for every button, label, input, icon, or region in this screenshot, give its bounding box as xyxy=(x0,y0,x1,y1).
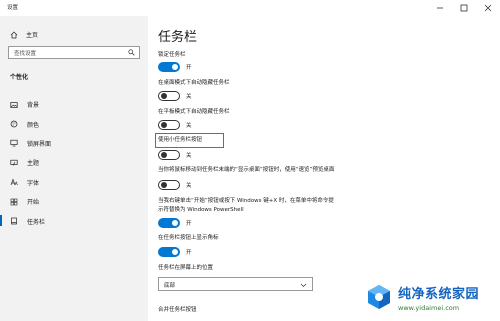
peek-toggle[interactable] xyxy=(158,180,180,190)
sidebar-item-themes[interactable]: 主题 xyxy=(0,153,148,172)
taskbar-icon xyxy=(11,217,17,225)
setting-label: 当我右键单击“开始”按钮或按下 Windows 键+X 时，在菜单中将命令提 xyxy=(158,198,334,204)
nav-list: 背景 颜色 锁屏界面 主题 字体 开始 任务栏 xyxy=(0,95,148,231)
close-button[interactable] xyxy=(476,0,500,16)
window-controls xyxy=(428,0,500,16)
sidebar-item-taskbar[interactable]: 任务栏 xyxy=(0,211,148,230)
toggle-state: 开 xyxy=(186,221,192,227)
window-title: 设置 xyxy=(7,5,19,11)
toggle-knob xyxy=(161,152,167,158)
sidebar-item-label: 颜色 xyxy=(27,121,40,129)
sidebar-item-lockscreen[interactable]: 锁屏界面 xyxy=(0,134,148,153)
minimize-icon xyxy=(437,7,443,9)
toggle-state: 开 xyxy=(186,65,192,71)
toggle-row: 开 xyxy=(158,218,192,228)
home-icon xyxy=(10,31,18,38)
toggle-state: 关 xyxy=(186,153,192,159)
toggle-row: 关 xyxy=(158,120,192,130)
setting-label: 示符替换为 Windows PowerShell xyxy=(158,207,244,213)
watermark-url: www.yidaimei.com xyxy=(398,303,460,312)
lock-taskbar-toggle[interactable] xyxy=(158,62,180,72)
monitor-icon xyxy=(10,140,18,147)
minimize-button[interactable] xyxy=(428,0,452,16)
powershell-toggle[interactable] xyxy=(158,218,180,228)
toggle-state: 开 xyxy=(186,250,192,256)
home-label: 主页 xyxy=(26,32,39,39)
section-title: 个性化 xyxy=(10,74,29,81)
setting-label: 在平板模式下自动隐藏任务栏 xyxy=(158,109,230,115)
maximize-button[interactable] xyxy=(452,0,476,16)
combine-label: 合并任务栏按钮 xyxy=(158,307,197,313)
badges-toggle[interactable] xyxy=(158,247,180,257)
toggle-state: 关 xyxy=(186,183,192,189)
palette-icon xyxy=(10,120,18,128)
setting-label: 在桌面模式下自动隐藏任务栏 xyxy=(158,80,230,86)
toggle-row: 关 xyxy=(158,91,192,101)
sidebar-item-label: 背景 xyxy=(27,102,40,110)
toggle-knob xyxy=(161,122,167,128)
autohide-desktop-toggle[interactable] xyxy=(158,91,180,101)
sidebar-item-label: 字体 xyxy=(27,179,40,187)
maximize-icon xyxy=(460,4,468,12)
toggle-row: 开 xyxy=(158,247,192,257)
sidebar-home[interactable]: 主页 xyxy=(10,30,38,39)
toggle-row: 关 xyxy=(158,180,192,190)
setting-label: 在任务栏按钮上显示角标 xyxy=(158,235,219,241)
page-title: 任务栏 xyxy=(158,30,198,45)
toggle-knob xyxy=(172,64,178,70)
sidebar: 主页 查找设置 个性化 背景 颜色 锁屏界面 主题 字体 开始 任务栏 xyxy=(0,16,148,321)
setting-label: 使用小任务栏按钮 xyxy=(158,137,203,143)
toggle-knob xyxy=(172,220,178,226)
search-input[interactable]: 查找设置 xyxy=(8,46,140,59)
toggle-state: 关 xyxy=(186,123,192,129)
toggle-state: 关 xyxy=(186,94,192,100)
toggle-row: 开 xyxy=(158,62,192,72)
sidebar-item-colors[interactable]: 颜色 xyxy=(0,114,148,133)
sidebar-item-label: 锁屏界面 xyxy=(27,140,52,148)
position-value: 底部 xyxy=(164,283,176,289)
start-icon xyxy=(10,198,18,205)
search-placeholder: 查找设置 xyxy=(14,51,37,57)
toggle-knob xyxy=(161,182,167,188)
font-icon xyxy=(10,178,18,186)
picture-icon xyxy=(10,101,18,108)
watermark-name: 纯净系统家园 xyxy=(398,286,480,302)
title-bar: 设置 xyxy=(0,0,500,16)
toggle-row: 关 xyxy=(158,150,192,160)
watermark-logo-icon xyxy=(368,285,390,309)
small-buttons-toggle[interactable] xyxy=(158,150,180,160)
watermark-text: 纯净系统家园 www.yidaimei.com xyxy=(398,283,479,312)
sidebar-item-start[interactable]: 开始 xyxy=(0,192,148,211)
watermark: 纯净系统家园 www.yidaimei.com xyxy=(364,279,492,315)
position-dropdown[interactable]: 底部 xyxy=(158,277,313,291)
sidebar-item-fonts[interactable]: 字体 xyxy=(0,173,148,192)
toggle-knob xyxy=(172,249,178,255)
chevron-down-icon xyxy=(300,283,307,287)
sidebar-item-label: 开始 xyxy=(27,199,40,207)
setting-label: 当你将鼠标移动到任务栏末端的“显示桌面”按钮时，使用“速览”预览桌面 xyxy=(158,167,335,173)
setting-label: 锁定任务栏 xyxy=(158,52,186,58)
sidebar-item-label: 主题 xyxy=(27,160,40,168)
main-content: 任务栏 锁定任务栏 开 在桌面模式下自动隐藏任务栏 关 在平板模式下自动隐藏任务… xyxy=(148,16,500,321)
search-icon xyxy=(128,49,135,56)
position-label: 任务栏在屏幕上的位置 xyxy=(158,265,214,271)
sidebar-item-label: 任务栏 xyxy=(27,218,46,226)
sidebar-item-background[interactable]: 背景 xyxy=(0,95,148,114)
close-icon xyxy=(484,4,492,12)
brush-icon xyxy=(10,159,18,166)
autohide-tablet-toggle[interactable] xyxy=(158,120,180,130)
toggle-knob xyxy=(161,93,167,99)
